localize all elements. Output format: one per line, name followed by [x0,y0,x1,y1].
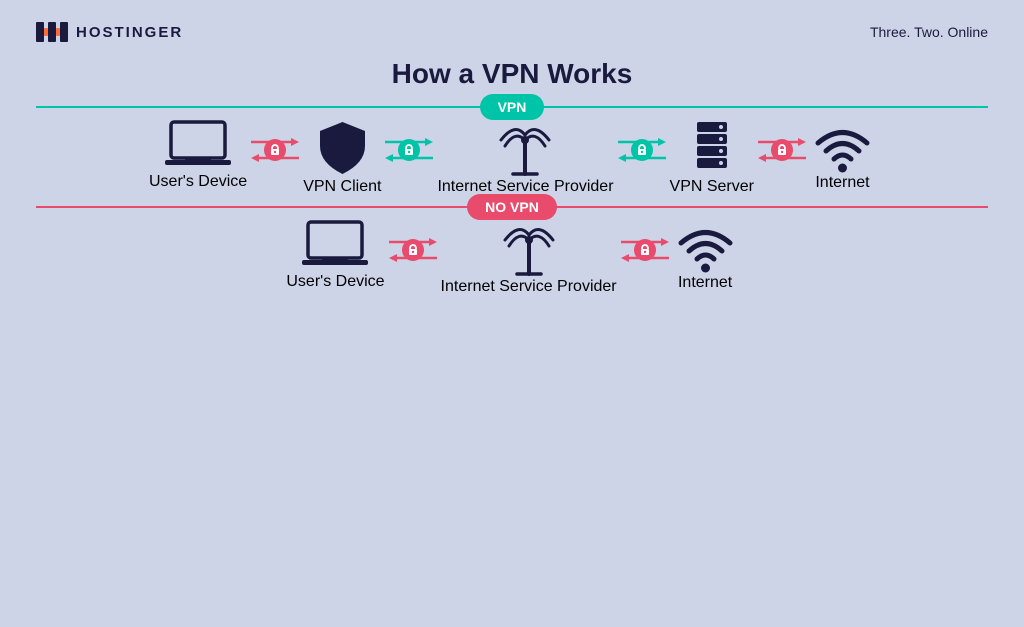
server-icon [689,118,735,178]
novpn-item-antenna: Internet Service Provider [441,218,617,296]
laptop-icon-novpn [300,218,370,273]
antenna-icon-novpn [499,218,559,278]
novpn-connector-1 [385,232,441,268]
antenna-icon [495,118,555,178]
logo-text: HOSTINGER [76,24,183,41]
novpn-badge: NO VPN [467,194,557,220]
wifi-icon-vpn [810,118,875,174]
arrow-lock-red-1 [247,132,303,168]
tagline: Three. Two. Online [870,24,988,40]
vpn-item-server: VPN Server [670,118,754,196]
shield-icon [315,118,370,178]
novpn-connector-2 [617,232,673,268]
vpn-label-server: VPN Server [670,178,754,196]
hostinger-logo-icon [36,18,68,46]
vpn-divider: VPN [36,106,988,108]
vpn-section: VPN User's Device [0,106,1024,196]
vpn-connector-3 [614,132,670,168]
vpn-badge: VPN [480,94,545,120]
vpn-connector-1 [247,132,303,168]
laptop-icon [163,118,233,173]
vpn-connector-4 [754,132,810,168]
arrow-lock-red-novpn-1 [385,232,441,268]
arrow-lock-green-2 [614,132,670,168]
novpn-item-laptop: User's Device [286,218,384,291]
novpn-label-antenna: Internet Service Provider [441,278,617,296]
header: HOSTINGER Three. Two. Online [0,0,1024,54]
wifi-icon-novpn [673,218,738,274]
vpn-label-laptop: User's Device [149,173,247,191]
novpn-section: NO VPN User's Device [0,206,1024,296]
vpn-item-wifi: Internet [810,118,875,192]
vpn-label-shield: VPN Client [303,178,381,196]
vpn-flow-row: User's Device VPN Client [36,118,988,196]
arrow-lock-red-novpn-2 [617,232,673,268]
novpn-item-wifi: Internet [673,218,738,292]
main-title: How a VPN Works [0,58,1024,90]
vpn-item-shield: VPN Client [303,118,381,196]
vpn-item-laptop: User's Device [149,118,247,191]
vpn-item-antenna: Internet Service Provider [437,118,613,196]
novpn-divider: NO VPN [36,206,988,208]
novpn-label-laptop: User's Device [286,273,384,291]
arrow-lock-red-2 [754,132,810,168]
novpn-flow-row: User's Device [36,218,988,296]
arrow-lock-green-1 [381,132,437,168]
vpn-label-wifi: Internet [815,174,869,192]
vpn-connector-2 [381,132,437,168]
novpn-label-wifi: Internet [678,274,732,292]
logo: HOSTINGER [36,18,183,46]
